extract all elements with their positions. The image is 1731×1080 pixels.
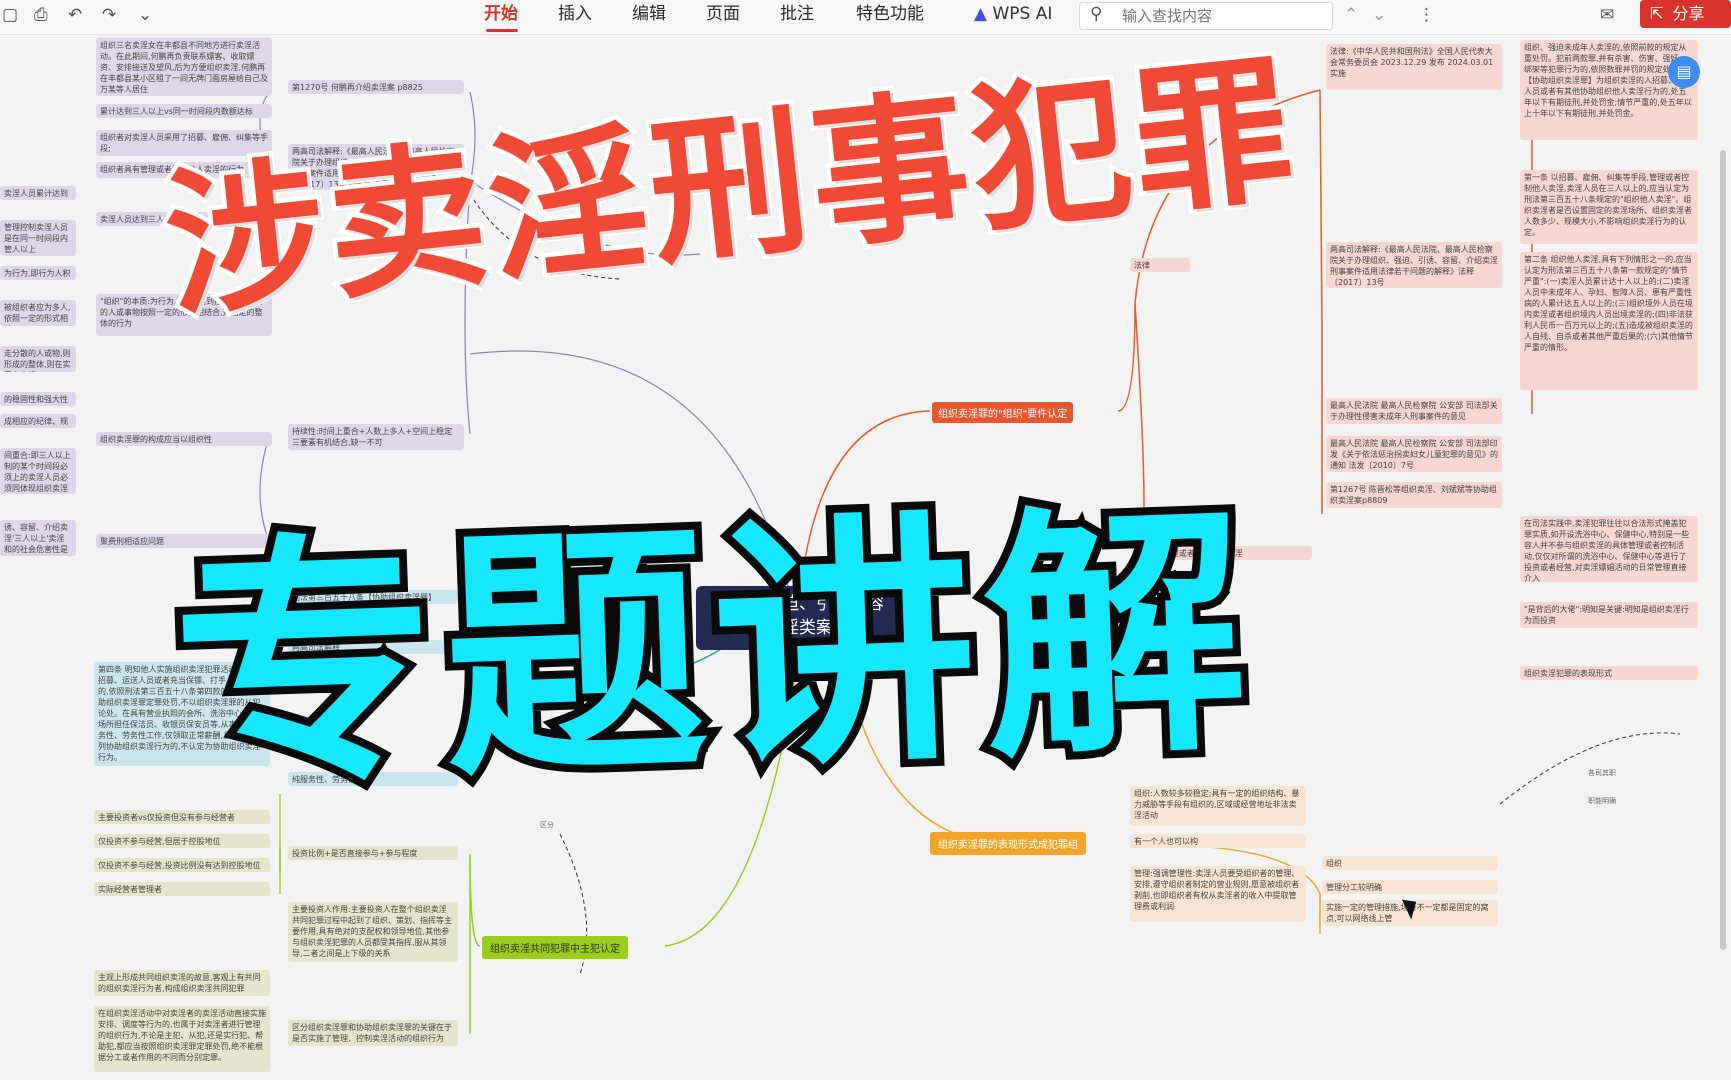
- save-icon[interactable]: ▢: [2, 5, 18, 25]
- mindmap-node[interactable]: 的稳固性和强大性: [0, 392, 76, 406]
- vertical-scrollbar[interactable]: [1720, 150, 1726, 950]
- comment-icon[interactable]: ✉: [1600, 5, 1614, 25]
- branch-principal[interactable]: 组织卖淫共同犯罪中主犯认定: [482, 936, 628, 959]
- branch-organize-requirement[interactable]: 组织卖淫罪的"组织"要件认定: [932, 402, 1074, 423]
- tab-start[interactable]: 开始: [484, 0, 518, 30]
- mindmap-node[interactable]: 组织、强迫未成年人卖淫的,依照前款的规定从重处罚。犯前两款罪,并有杀害、伤害、强…: [1520, 40, 1698, 140]
- mindmap-node[interactable]: 主观上形成共同组织卖淫的故意,客观上有共同的组织卖淫行为者,构成组织卖淫共同犯罪: [94, 970, 270, 996]
- mindmap-node[interactable]: 最高人民法院 最高人民检察院 公安部 司法部印发《关于依法惩治拐卖妇女儿童犯罪的…: [1326, 436, 1502, 472]
- wps-ai-icon: ▲: [974, 4, 988, 24]
- mindmap-node[interactable]: 管理:强调管理性:卖淫人员要受组织者的管理、安排,遵守组织者制定的营业规则,愿意…: [1130, 866, 1306, 922]
- mindmap-node[interactable]: 在组织卖淫活动中对卖淫者的卖淫活动直接实施安排、调度等行为的,也属于对卖淫者进行…: [94, 1006, 270, 1072]
- mindmap-node[interactable]: 有一个人也可以构: [1130, 834, 1306, 848]
- mindmap-node[interactable]: 组织卖淫罪的构成应当以组织性: [96, 432, 272, 446]
- mindmap-node[interactable]: 诱、容留、介绍卖淫'三人以上'卖淫和的社会危害性是不一: [0, 520, 76, 556]
- mindmap-node[interactable]: 被组织者应为多人,依照一定的形式相结: [0, 300, 76, 326]
- mindmap-node[interactable]: 实际经营者管理者: [94, 882, 270, 896]
- active-tab-indicator: [486, 29, 518, 32]
- mindmap-node[interactable]: 管理控制卖淫人员是在同一时间段内管人以上: [0, 220, 76, 256]
- redo-icon[interactable]: ↷: [102, 5, 116, 25]
- mindmap-node[interactable]: 卖淫人员累计达到三: [0, 186, 76, 200]
- tab-insert[interactable]: 插入: [558, 0, 592, 30]
- overlay-title-bottom: 专题讲解: [161, 472, 1267, 831]
- mindmap-node[interactable]: 间重合:即三人以上制的某个时间段必须上的卖淫人员必须同体现组织卖淫中组: [0, 448, 76, 494]
- mindmap-node[interactable]: 为行为,即行为人积: [0, 266, 76, 280]
- print-icon[interactable]: ⎙: [34, 5, 48, 25]
- tab-special[interactable]: 特色功能: [856, 0, 924, 30]
- tab-edit[interactable]: 编辑: [632, 0, 666, 30]
- tab-comment[interactable]: 批注: [780, 0, 814, 30]
- share-button[interactable]: ⇱ 分享: [1640, 0, 1731, 28]
- tab-page[interactable]: 页面: [706, 0, 740, 30]
- mindmap-node[interactable]: 持续性:时间上重合+人数上多人+空间上稳定三要素有机结合,缺一不可: [288, 424, 464, 450]
- mindmap-node[interactable]: 主要投资人作用:主要投资人在整个组织卖淫共同犯罪过程中起到了组织、策划、指挥等主…: [288, 902, 458, 962]
- mindmap-node[interactable]: 最高人民法院 最高人民检察院 公安部 司法部关于办理性侵害未成年人刑事案件的意见: [1326, 398, 1502, 424]
- mindmap-node[interactable]: 组织: [1322, 856, 1498, 870]
- mindmap-node[interactable]: 投资比例+是否直接参与+参与程度: [288, 846, 458, 860]
- mindmap-label: 职能明确: [1588, 797, 1616, 805]
- share-label: 分享: [1672, 4, 1705, 23]
- floating-tool-icon[interactable]: ▤: [1668, 56, 1700, 88]
- mindmap-node[interactable]: 区分组织卖淫罪和协助组织卖淫罪的关键在于是否实施了管理、控制卖淫活动的组织行为: [288, 1020, 458, 1046]
- chevron-down-icon[interactable]: ⌄: [138, 5, 152, 25]
- mindmap-node[interactable]: 走分散的人或物,则形成的整体,则在实质上由组: [0, 346, 76, 372]
- wps-ai-label: WPS AI: [992, 4, 1053, 24]
- mindmap-node[interactable]: 成相应的纪律、规: [0, 414, 76, 428]
- undo-icon[interactable]: ↶: [68, 5, 82, 25]
- branch-forms[interactable]: 组织卖淫罪的表现形式成犯罪组: [930, 832, 1086, 855]
- share-icon: ⇱: [1650, 4, 1664, 23]
- mindmap-node[interactable]: 组织三名卖淫女在丰都县不同地方进行卖淫活动。在此期间,何鹏再负责联系嫖客、收取嫖…: [96, 38, 272, 96]
- mindmap-node[interactable]: 管理分工较明确: [1322, 880, 1498, 894]
- mindmap-node[interactable]: 仅投资不参与经营,投资比例没有达到控股地位: [94, 858, 270, 872]
